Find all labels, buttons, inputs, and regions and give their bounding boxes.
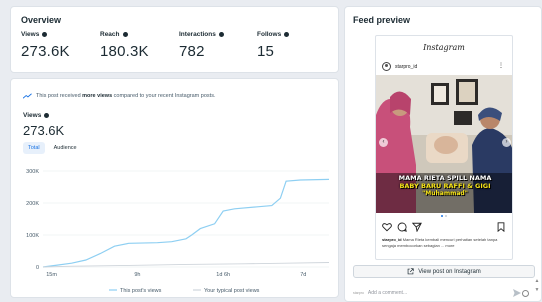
legend-label: This post's views [120, 288, 162, 294]
x-tick-label: 7d [300, 272, 306, 278]
metric-value: 782 [179, 43, 205, 60]
notice-suffix: compared to your recent Instagram posts. [112, 93, 216, 99]
x-tick-label: 1d 6h [216, 272, 230, 278]
metric-views: Views 273.6K [21, 31, 70, 60]
avatar [382, 62, 391, 71]
series-line-this-post [42, 178, 330, 268]
carousel-dot [441, 215, 443, 217]
metric-label: Views [21, 31, 40, 38]
bookmark-icon[interactable] [496, 222, 506, 232]
notice-bold: more views [82, 93, 113, 99]
y-tick-label: 100K [26, 233, 39, 239]
previous-slide-button[interactable]: ‹ [379, 138, 388, 147]
post-image: ‹ › MAMA RIETA SPILL NAMA BABY BARU RAFF… [376, 75, 512, 213]
post-text: starpro_id Mama Rieta kembali mencuri pe… [382, 237, 506, 248]
commenter-badge: starpro [353, 291, 364, 295]
metric-label: Interactions [179, 31, 216, 38]
metric-value: 15 [257, 43, 275, 60]
scroll-down-icon[interactable]: ▼ [534, 286, 540, 295]
metric-value: 180.3K [100, 43, 149, 60]
feed-title: Feed preview [353, 15, 411, 25]
view-on-instagram-label: View post on Instagram [418, 268, 481, 275]
scrollbar[interactable]: ▲ ▼ [534, 277, 540, 301]
views-card: This post received more views compared t… [10, 78, 339, 298]
views-label: Views [23, 112, 42, 119]
info-icon[interactable] [42, 32, 48, 37]
views-label-row: Views [23, 112, 50, 119]
caption-line-2: BABY BARU RAFFI & GIGI [399, 182, 491, 190]
overview-card: Overview Views 273.6K Reach 180.3K Inter… [10, 6, 339, 73]
performance-notice: This post received more views compared t… [23, 93, 215, 99]
overview-title: Overview [21, 15, 62, 25]
post-author: starpro_id [382, 62, 417, 71]
carousel-dots [376, 215, 512, 217]
info-icon[interactable] [284, 32, 290, 37]
next-slide-button[interactable]: › [502, 138, 511, 147]
view-on-instagram-button[interactable]: View post on Instagram [353, 265, 535, 278]
share-icon[interactable] [412, 222, 422, 232]
emoji-icon[interactable] [522, 289, 529, 297]
info-icon[interactable] [218, 32, 224, 37]
metric-value: 273.6K [21, 43, 70, 60]
legend-label: Your typical post views [204, 288, 260, 294]
y-tick-label: 0 [36, 265, 39, 271]
send-icon[interactable] [512, 288, 522, 298]
x-tick-label: 15m [46, 272, 57, 278]
metric-follows: Follows 15 [257, 31, 290, 60]
more-options-icon[interactable]: ⋮ [498, 62, 504, 69]
scroll-up-icon[interactable]: ▲ [534, 277, 540, 286]
caption-line-1: MAMA RIETA SPILL NAMA [398, 174, 492, 182]
views-value: 273.6K [23, 123, 65, 138]
post-username: starpro_id [395, 63, 418, 70]
trend-up-icon [23, 93, 32, 99]
comment-input[interactable]: starpro Add a comment... [353, 286, 529, 300]
series-line-typical [42, 262, 330, 268]
y-tick-label: 200K [26, 201, 39, 207]
instagram-post-preview: Instagram starpro_id ⋮ ‹ › MAMA RIETA SP… [375, 35, 513, 260]
post-text-username: starpro_id [382, 237, 402, 242]
notice-prefix: This post received [36, 93, 83, 99]
caption-sub: "Muhammad" [422, 190, 468, 197]
metric-label: Follows [257, 31, 282, 38]
info-icon[interactable] [44, 113, 50, 118]
comment-placeholder: Add a comment... [367, 290, 408, 296]
tab-total[interactable]: Total [23, 142, 45, 154]
views-tabs: Total Audience [23, 142, 82, 154]
info-icon[interactable] [122, 32, 128, 37]
comment-icon[interactable] [397, 222, 407, 232]
tab-audience[interactable]: Audience [49, 142, 82, 154]
post-actions [382, 221, 506, 233]
feed-preview-card: Feed preview Instagram starpro_id ⋮ ‹ › … [344, 6, 542, 302]
instagram-logo: Instagram [423, 43, 465, 52]
heart-icon[interactable] [382, 222, 392, 232]
views-chart: 0 100K 200K 300K 15m 9h 1d 6h 7d This post's vie… [26, 169, 330, 294]
y-tick-label: 300K [26, 169, 39, 175]
external-link-icon [407, 268, 414, 275]
x-tick-label: 9h [134, 272, 140, 278]
metric-interactions: Interactions 782 [179, 31, 224, 60]
metric-label: Reach [100, 31, 120, 38]
metric-reach: Reach 180.3K [100, 31, 149, 60]
post-caption-overlay: MAMA RIETA SPILL NAMA BABY BARU RAFFI & … [382, 174, 508, 198]
carousel-dot [445, 215, 447, 217]
